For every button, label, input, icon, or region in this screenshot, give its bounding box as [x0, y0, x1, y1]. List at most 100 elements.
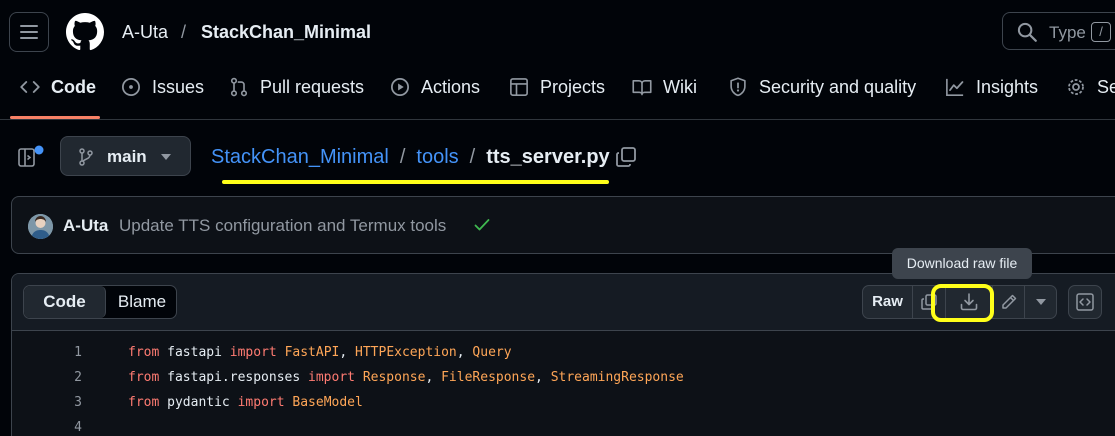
breadcrumb-repo-link[interactable]: StackChan_Minimal — [211, 146, 389, 169]
code-token: fastapi.responses — [159, 370, 309, 385]
git-pull-request-icon — [230, 77, 248, 97]
book-icon — [632, 79, 652, 96]
breadcrumb-file-name: tts_server.py — [486, 146, 610, 168]
code-token: import — [308, 370, 355, 385]
copy-path-icon[interactable] — [614, 145, 638, 169]
line-number[interactable]: 4 — [52, 415, 82, 436]
shield-icon — [730, 77, 746, 97]
repo-link[interactable]: StackChan_Minimal — [201, 22, 371, 43]
global-header: A-Uta / StackChan_Minimal Type / Code Is… — [0, 0, 1115, 120]
code-token: BaseModel — [292, 395, 363, 410]
code-token: , — [535, 370, 551, 385]
github-logo-icon[interactable] — [66, 13, 104, 51]
download-tooltip: Download raw file — [892, 248, 1032, 279]
code-token: from — [128, 395, 160, 410]
code-token: from — [128, 370, 160, 385]
gear-icon — [1068, 79, 1084, 95]
latest-commit-bar: A-Uta Update TTS configuration and Termu… — [11, 196, 1115, 254]
code-line: 4 — [12, 415, 1115, 436]
code-square-icon — [1076, 293, 1094, 311]
code-token: Query — [472, 345, 512, 360]
graph-icon — [946, 78, 964, 96]
code-token: , — [339, 345, 356, 360]
highlight-underline — [222, 180, 609, 184]
branch-selector-button[interactable]: main — [60, 136, 191, 176]
breadcrumb-separator: / — [469, 146, 476, 168]
tab-pull-requests[interactable]: Pull requests — [229, 62, 364, 112]
commit-message[interactable]: Update TTS configuration and Termux tool… — [119, 216, 446, 236]
code-line: 3 from pydantic import BaseModel — [12, 390, 1115, 415]
chevron-down-icon — [161, 154, 171, 160]
line-number[interactable]: 1 — [52, 340, 82, 365]
tab-label: Wiki — [663, 76, 697, 97]
tab-label: Insights — [976, 76, 1039, 97]
tab-wiki[interactable]: Wiki — [632, 62, 697, 112]
tab-issues[interactable]: Issues — [121, 62, 204, 112]
tab-label: Issues — [152, 76, 205, 97]
tab-code[interactable]: Code — [20, 62, 96, 112]
pencil-icon — [1001, 294, 1016, 309]
blame-view-button[interactable]: Blame — [106, 286, 176, 318]
code-line: 2 from fastapi.responses import Response,… — [12, 365, 1115, 390]
issue-opened-icon — [122, 78, 140, 96]
code-token: Response — [362, 370, 426, 385]
code-line: 1 from fastapi import FastAPI, HTTPExcept… — [12, 340, 1115, 365]
raw-button[interactable]: Raw — [863, 286, 913, 318]
path-separator: / — [181, 22, 187, 42]
code-token: import — [229, 345, 277, 360]
line-number[interactable]: 3 — [52, 390, 82, 415]
code-token: import — [237, 395, 285, 410]
breadcrumb: StackChan_Minimal / tools / tts_server.p… — [211, 146, 610, 169]
menu-button[interactable] — [9, 12, 49, 52]
code-token: StreamingResponse — [550, 370, 684, 385]
check-icon[interactable] — [473, 217, 491, 233]
play-icon — [391, 78, 409, 96]
code-token: , — [425, 370, 442, 385]
line-content: from fastapi import FastAPI, HTTPExcepti… — [128, 340, 512, 365]
branch-name: main — [107, 147, 147, 166]
symbols-panel-button[interactable] — [1068, 285, 1102, 319]
highlight-box — [931, 284, 994, 322]
repo-nav: Code Issues Pull requests Actions Projec… — [0, 62, 1115, 120]
tab-settings[interactable]: Se — [1066, 62, 1115, 112]
tab-actions[interactable]: Actions — [390, 62, 480, 112]
sidebar-expand-icon[interactable] — [18, 144, 46, 170]
breadcrumb-folder-link[interactable]: tools — [416, 146, 458, 169]
tab-projects[interactable]: Projects — [509, 62, 605, 112]
search-icon — [1017, 22, 1037, 42]
code-token: pydantic — [159, 395, 238, 410]
tab-label: Projects — [540, 76, 606, 97]
code-token: fastapi — [159, 345, 230, 360]
line-number[interactable]: 2 — [52, 365, 82, 390]
tab-label: Code — [51, 76, 96, 97]
code-token: HTTPException — [355, 345, 457, 360]
chevron-down-icon — [1035, 299, 1046, 305]
code-icon — [20, 81, 40, 93]
owner-link[interactable]: A-Uta — [122, 22, 168, 43]
code-view-button[interactable]: Code — [24, 286, 106, 318]
table-icon — [510, 78, 528, 96]
code-token: from — [128, 345, 160, 360]
commit-author[interactable]: A-Uta — [63, 216, 108, 236]
tab-label: Actions — [421, 76, 481, 97]
more-edit-options-button[interactable] — [1025, 286, 1056, 318]
search-input[interactable]: Type / — [1002, 12, 1115, 50]
code-token: FastAPI — [284, 345, 340, 360]
tab-label: Se — [1097, 76, 1115, 97]
tab-insights[interactable]: Insights — [945, 62, 1038, 112]
hamburger-icon — [20, 25, 38, 39]
view-toggle: Code Blame — [23, 285, 177, 319]
search-placeholder: Type — [1049, 23, 1086, 42]
code-token: , — [456, 345, 473, 360]
line-content: from pydantic import BaseModel — [128, 390, 363, 415]
tab-label: Security and quality — [759, 76, 917, 97]
avatar[interactable] — [28, 214, 53, 239]
edit-file-button[interactable] — [993, 286, 1025, 318]
active-tab-indicator — [10, 116, 100, 119]
line-content: from fastapi.responses import Response, … — [128, 365, 684, 390]
tab-security[interactable]: Security and quality — [728, 62, 916, 112]
search-shortcut-key: / — [1091, 22, 1111, 42]
breadcrumb-separator: / — [399, 146, 406, 168]
